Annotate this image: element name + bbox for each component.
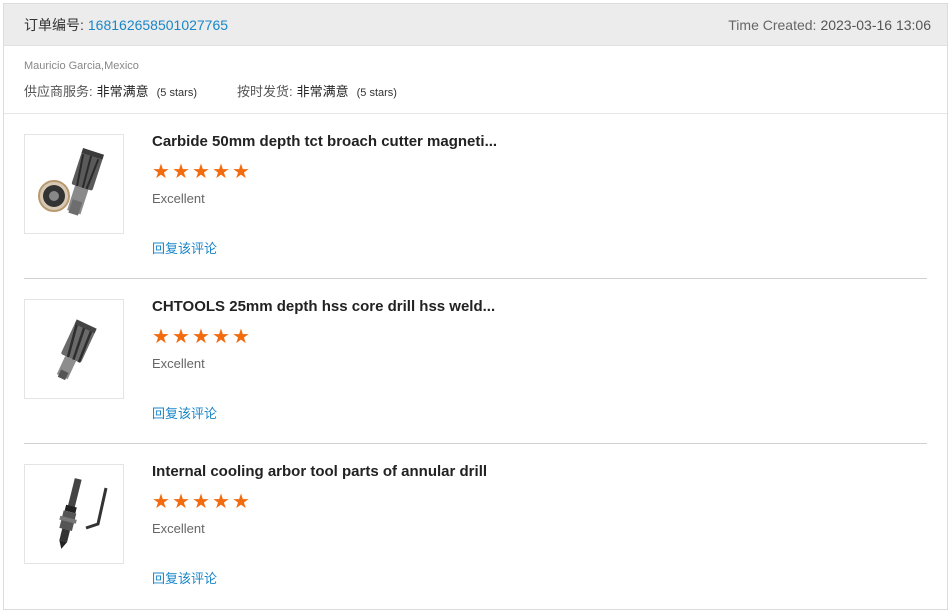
product-review-item: CHTOOLS 25mm depth hss core drill hss we… [24,279,927,444]
rating-value: 非常满意 [96,84,149,99]
product-review-item: Carbide 50mm depth tct broach cutter mag… [24,114,927,279]
buyer-name: Mauricio Garcia,Mexico [24,60,139,72]
review-meta: Mauricio Garcia,Mexico 供应商服务: 非常满意 (5 st… [4,46,947,114]
supplier-ratings: 供应商服务: 非常满意 (5 stars) 按时发货: 非常满意 (5 star… [24,81,927,100]
product-review-item: Internal cooling arbor tool parts of ann… [24,444,927,609]
order-number-link[interactable]: 168162658501027765 [88,17,228,33]
product-rating-stars: ★ ★ ★ ★ ★ [152,161,497,183]
star-icon: ★ [192,161,210,183]
time-value: 2023-03-16 13:06 [820,16,931,33]
product-info: CHTOOLS 25mm depth hss core drill hss we… [152,299,495,443]
annular-cutter-image[interactable] [24,134,124,234]
reply-review-link[interactable]: 回复该评论 [152,568,217,587]
star-icon: ★ [212,326,230,348]
arbor-tool-image[interactable] [24,464,124,564]
product-title-link[interactable]: CHTOOLS 25mm depth hss core drill hss we… [152,299,495,315]
star-icon: ★ [192,491,210,513]
rating-label: 供应商服务: [24,84,93,99]
product-rating-stars: ★ ★ ★ ★ ★ [152,491,487,513]
rating-stars-text: (5 stars) [156,87,197,99]
star-icon: ★ [232,491,250,513]
review-card: 订单编号: 168162658501027765 Time Created: 202… [3,3,948,610]
rating-supplier-service: 供应商服务: 非常满意 (5 stars) [24,81,197,100]
product-review-list: Carbide 50mm depth tct broach cutter mag… [4,114,947,609]
order-info: 订单编号: 168162658501027765 [24,15,228,35]
review-comment: Excellent [152,356,205,371]
product-info: Internal cooling arbor tool parts of ann… [152,464,487,609]
reply-review-link[interactable]: 回复该评论 [152,238,217,257]
product-rating-stars: ★ ★ ★ ★ ★ [152,326,495,348]
star-icon: ★ [212,161,230,183]
rating-label: 按时发货: [236,84,293,99]
review-comment: Excellent [152,521,205,536]
review-comment: Excellent [152,191,205,206]
reply-review-link[interactable]: 回复该评论 [152,403,217,422]
star-icon: ★ [232,161,250,183]
star-icon: ★ [172,491,190,513]
star-icon: ★ [152,161,170,183]
rating-value: 非常满意 [296,84,349,99]
rating-stars-text: (5 stars) [356,87,397,99]
star-icon: ★ [172,161,190,183]
order-label: 订单编号: [24,16,84,33]
time-label: Time Created: [728,16,817,33]
star-icon: ★ [152,326,170,348]
product-title-link[interactable]: Carbide 50mm depth tct broach cutter mag… [152,134,497,150]
star-icon: ★ [232,326,250,348]
product-title-link[interactable]: Internal cooling arbor tool parts of ann… [152,464,487,480]
star-icon: ★ [192,326,210,348]
core-drill-image[interactable] [24,299,124,399]
time-created: Time Created: 2023-03-16 13:06 [728,17,931,33]
order-header: 订单编号: 168162658501027765 Time Created: 202… [4,4,947,46]
product-info: Carbide 50mm depth tct broach cutter mag… [152,134,497,278]
star-icon: ★ [172,326,190,348]
rating-on-time-delivery: 按时发货: 非常满意 (5 stars) [237,81,397,100]
star-icon: ★ [152,491,170,513]
star-icon: ★ [212,491,230,513]
